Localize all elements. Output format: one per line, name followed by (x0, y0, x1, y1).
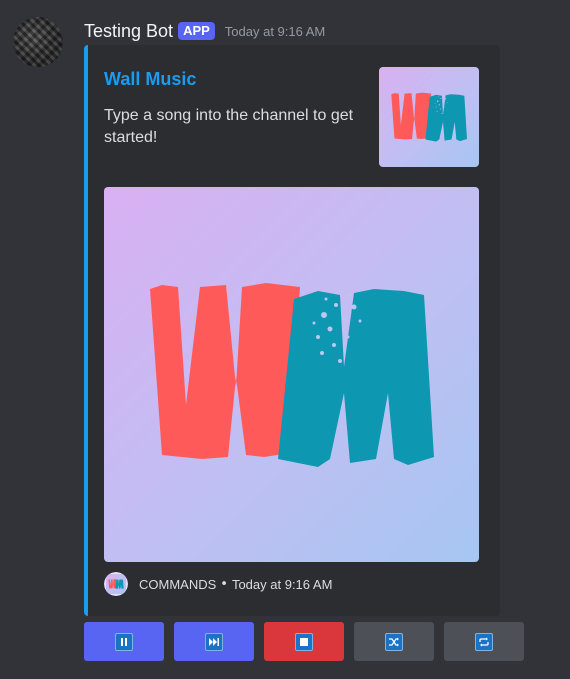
message-header: Testing Bot APP Today at 9:16 AM (84, 19, 325, 43)
wm-logo-thumbnail (379, 67, 479, 167)
shuffle-button[interactable] (354, 622, 434, 661)
skip-icon (205, 632, 223, 651)
bot-avatar[interactable] (13, 17, 63, 67)
username[interactable]: Testing Bot (84, 21, 173, 42)
embed-card: Wall Music Type a song into the channel … (84, 45, 500, 616)
stop-button[interactable] (264, 622, 344, 661)
footer-separator: • (220, 576, 228, 592)
message-timestamp: Today at 9:16 AM (224, 23, 326, 39)
embed-description: Type a song into the channel to get star… (104, 107, 354, 146)
footer-label: COMMANDS (139, 576, 217, 592)
footer-logo-icon (104, 572, 128, 596)
embed-footer: COMMANDS • Today at 9:16 AM (104, 572, 333, 596)
skip-button[interactable] (174, 622, 254, 661)
embed-thumbnail[interactable] (379, 67, 479, 167)
stop-icon (295, 632, 313, 651)
player-controls (84, 622, 524, 661)
pause-icon (115, 632, 133, 651)
pause-button[interactable] (84, 622, 164, 661)
embed-image[interactable] (104, 187, 479, 562)
repeat-button[interactable] (444, 622, 524, 661)
wm-logo-image (104, 187, 479, 562)
repeat-icon (475, 632, 493, 651)
chat-message: Testing Bot APP Today at 9:16 AM Wall Mu… (0, 0, 570, 679)
embed-title: Wall Music (104, 69, 197, 89)
footer-timestamp: Today at 9:16 AM (231, 576, 333, 592)
shuffle-icon (385, 632, 403, 651)
avatar-texture (13, 17, 63, 67)
app-badge: APP (178, 22, 215, 40)
